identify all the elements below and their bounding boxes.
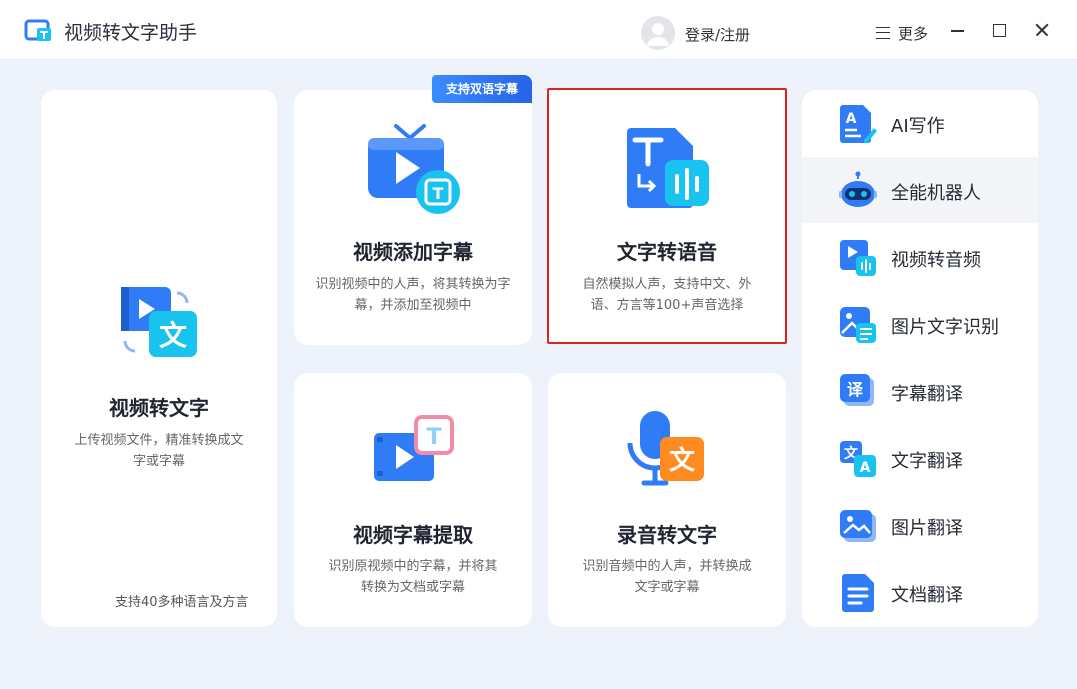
robot-icon — [839, 171, 877, 207]
sidebar-item-image-translate[interactable]: 图片翻译 — [802, 492, 1038, 558]
maximize-button[interactable] — [990, 20, 1010, 40]
desc-line: 语、方言等100+声音选择 — [590, 298, 744, 313]
image-translate-icon — [840, 510, 876, 542]
sidebar-item-label: 全能机器人 — [891, 183, 981, 204]
app-title: 视频转文字助手 — [64, 22, 198, 44]
card-title: 视频添加字幕 — [353, 240, 473, 264]
video-to-text-icon: 文 — [121, 287, 197, 357]
sidebar-item-label: 文字翻译 — [891, 451, 963, 472]
microphone-text-icon: 文 — [627, 411, 704, 486]
login-register-link[interactable]: 登录/注册 — [685, 24, 750, 45]
sidebar-item-label: 字幕翻译 — [891, 384, 963, 405]
sidebar-item-label: AI写作 — [891, 116, 945, 137]
card-description: 识别视频中的人声，将其转换为字 幕，并添加至视频中 — [294, 274, 532, 316]
desc-line: 字或字幕 — [132, 454, 185, 469]
menu-icon — [876, 27, 890, 39]
sidebar-item-image-ocr[interactable]: 图片文字识别 — [802, 291, 1038, 357]
card-description: 识别原视频中的字幕，并将其 转换为文档或字幕 — [294, 556, 532, 598]
title-bar: 视频转文字助手 登录/注册 更多 — [0, 0, 1077, 60]
sidebar-item-label: 图片文字识别 — [891, 317, 999, 338]
yi-glyph: 译 — [847, 380, 864, 399]
close-button[interactable] — [1032, 20, 1052, 40]
desc-line: 上传视频文件，精准转换成文 — [74, 433, 244, 448]
a-glyph: A — [860, 460, 871, 476]
card-title: 视频转文字 — [109, 396, 209, 420]
extract-subtitles-card[interactable]: T 视频字幕提取 识别原视频中的字幕，并将其 转换为文档或字幕 — [294, 373, 532, 627]
wen-glyph: 文 — [669, 445, 696, 476]
desc-line: 自然模拟人声，支持中文、外 — [582, 277, 752, 292]
sidebar-item-subtitle-translate[interactable]: 译 字幕翻译 — [802, 358, 1038, 424]
sidebar-item-label: 文档翻译 — [891, 585, 963, 606]
sidebar-item-video-to-audio[interactable]: 视频转音频 — [802, 224, 1038, 290]
sidebar-item-ai-writing[interactable]: A AI写作 — [802, 90, 1038, 156]
t-glyph: T — [433, 184, 444, 203]
card-description: 上传视频文件，精准转换成文 字或字幕 — [41, 430, 277, 472]
sidebar-item-text-translate[interactable]: 文 A 文字翻译 — [802, 425, 1038, 491]
desc-line: 识别原视频中的字幕，并将其 — [328, 559, 498, 574]
language-support-note: 支持40多种语言及方言 — [115, 595, 249, 610]
tools-sidebar: A AI写作 全能机器人 视频转音频 图片文字识别 译 字幕翻译 文 A 文字翻… — [802, 90, 1038, 627]
bilingual-subtitle-badge: 支持双语字幕 — [432, 75, 532, 103]
sidebar-item-label: 图片翻译 — [891, 518, 963, 539]
wen-glyph: 文 — [159, 319, 187, 352]
document-translate-icon — [842, 574, 874, 612]
t-glyph: T — [426, 425, 441, 450]
card-title: 文字转语音 — [617, 240, 717, 264]
video-to-audio-icon — [840, 240, 876, 276]
minimize-button[interactable] — [948, 20, 968, 40]
sidebar-item-robot[interactable]: 全能机器人 — [802, 157, 1038, 223]
text-to-speech-card[interactable]: 文字转语音 自然模拟人声，支持中文、外 语、方言等100+声音选择 — [547, 88, 787, 344]
subtitle-translate-icon: 译 — [840, 374, 874, 406]
card-description: 自然模拟人声，支持中文、外 语、方言等100+声音选择 — [549, 274, 785, 316]
desc-line: 转换为文档或字幕 — [360, 580, 465, 595]
card-title: 视频字幕提取 — [353, 523, 473, 547]
ai-writing-icon: A — [840, 105, 877, 143]
image-ocr-icon — [840, 307, 876, 343]
more-menu-button[interactable]: 更多 — [876, 22, 928, 44]
sidebar-item-label: 视频转音频 — [891, 250, 981, 271]
more-label: 更多 — [898, 24, 929, 43]
sidebar-item-document-translate[interactable]: 文档翻译 — [802, 559, 1038, 625]
subtitle-extract-icon: T — [374, 415, 454, 481]
user-avatar-icon[interactable] — [641, 16, 675, 50]
desc-line: 识别音频中的人声，并转换成 — [582, 559, 752, 574]
a-glyph: A — [846, 111, 857, 127]
card-description: 识别音频中的人声，并转换成 文字或字幕 — [548, 556, 786, 598]
text-to-speech-icon — [627, 128, 709, 208]
desc-line: 幕，并添加至视频中 — [354, 298, 472, 313]
app-logo-icon — [24, 19, 51, 41]
card-title: 录音转文字 — [617, 523, 717, 547]
text-translate-icon: 文 A — [840, 441, 876, 477]
tv-subtitle-icon: T — [368, 124, 460, 214]
audio-to-text-card[interactable]: 文 录音转文字 识别音频中的人声，并转换成 文字或字幕 — [548, 373, 786, 627]
add-subtitles-card[interactable]: T 视频添加字幕 识别视频中的人声，将其转换为字 幕，并添加至视频中 — [294, 90, 532, 345]
desc-line: 识别视频中的人声，将其转换为字 — [315, 277, 511, 292]
desc-line: 文字或字幕 — [634, 580, 700, 595]
video-to-text-card[interactable]: 文 视频转文字 上传视频文件，精准转换成文 字或字幕 支持40多种语言及方言 — [41, 90, 277, 627]
